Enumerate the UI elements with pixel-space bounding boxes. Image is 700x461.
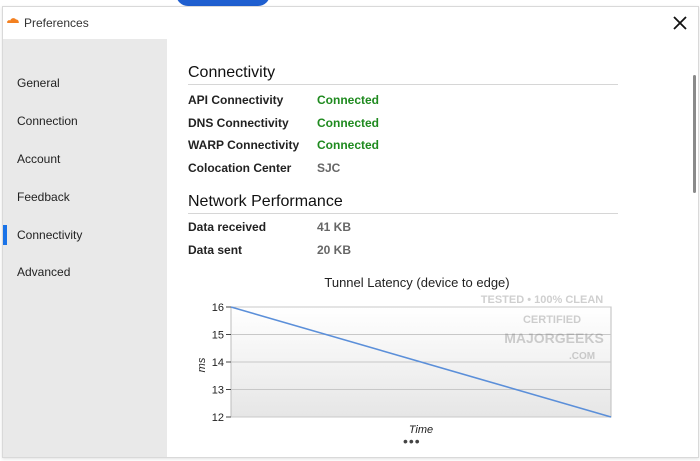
data-received-value: 41 KB (317, 220, 352, 234)
title-bar: Preferences (3, 7, 698, 39)
window-title: Preferences (24, 16, 89, 30)
cloudflare-logo-icon (6, 18, 19, 23)
y-tick-label: 12 (212, 412, 224, 424)
sidebar-item-advanced[interactable]: Advanced (3, 259, 167, 287)
warp-connectivity-label: WARP Connectivity (188, 138, 300, 152)
y-tick-label: 13 (212, 385, 224, 397)
sidebar-item-connectivity[interactable]: Connectivity (3, 222, 167, 250)
y-ticks: 16 15 14 13 12 (212, 302, 231, 424)
sidebar-item-general[interactable]: General (3, 70, 167, 98)
dns-connectivity-value: Connected (317, 116, 380, 130)
data-received-label: Data received (188, 220, 267, 234)
preferences-window: Preferences General Connection Account F… (2, 6, 699, 458)
warp-connectivity-value: Connected (317, 138, 380, 152)
watermark-line: MAJORGEEKS (504, 330, 604, 346)
sidebar-item-label: Feedback (17, 190, 70, 204)
y-tick-label: 15 (212, 330, 224, 342)
colocation-center-value: SJC (317, 161, 341, 175)
close-icon[interactable] (670, 13, 690, 33)
watermark-line: TESTED • 100% CLEAN (481, 294, 603, 306)
sidebar-item-label: Account (17, 152, 61, 166)
colocation-center-label: Colocation Center (188, 161, 292, 175)
dns-connectivity-label: DNS Connectivity (188, 116, 289, 130)
connectivity-section-title: Connectivity (188, 64, 276, 81)
watermark-line: .COM (569, 351, 595, 362)
active-indicator (3, 225, 7, 245)
data-sent-label: Data sent (188, 243, 243, 257)
majorgeeks-watermark: TESTED • 100% CLEAN CERTIFIED MAJORGEEKS… (481, 294, 604, 362)
api-connectivity-value: Connected (317, 93, 380, 107)
api-connectivity-label: API Connectivity (188, 93, 284, 107)
divider (188, 84, 618, 85)
divider (188, 213, 618, 214)
y-axis-label: ms (197, 357, 208, 372)
sidebar-item-account[interactable]: Account (3, 146, 167, 174)
sidebar: General Connection Account Feedback Conn… (3, 39, 167, 457)
more-dots[interactable]: ••• (403, 433, 421, 449)
y-tick-label: 16 (212, 302, 224, 314)
scrollbar[interactable] (693, 75, 696, 193)
network-performance-title: Network Performance (188, 193, 343, 210)
data-sent-value: 20 KB (317, 243, 352, 257)
sidebar-item-label: General (17, 76, 60, 90)
sidebar-item-label: Connectivity (17, 228, 83, 242)
y-tick-label: 14 (212, 357, 224, 369)
watermark-line: CERTIFIED (523, 314, 581, 326)
sidebar-item-feedback[interactable]: Feedback (3, 184, 167, 212)
sidebar-item-label: Advanced (17, 265, 71, 279)
chart-title: Tunnel Latency (device to edge) (324, 275, 510, 290)
sidebar-item-label: Connection (17, 114, 78, 128)
content-pane: Connectivity API Connectivity Connected … (167, 39, 698, 457)
sidebar-item-connection[interactable]: Connection (3, 108, 167, 136)
